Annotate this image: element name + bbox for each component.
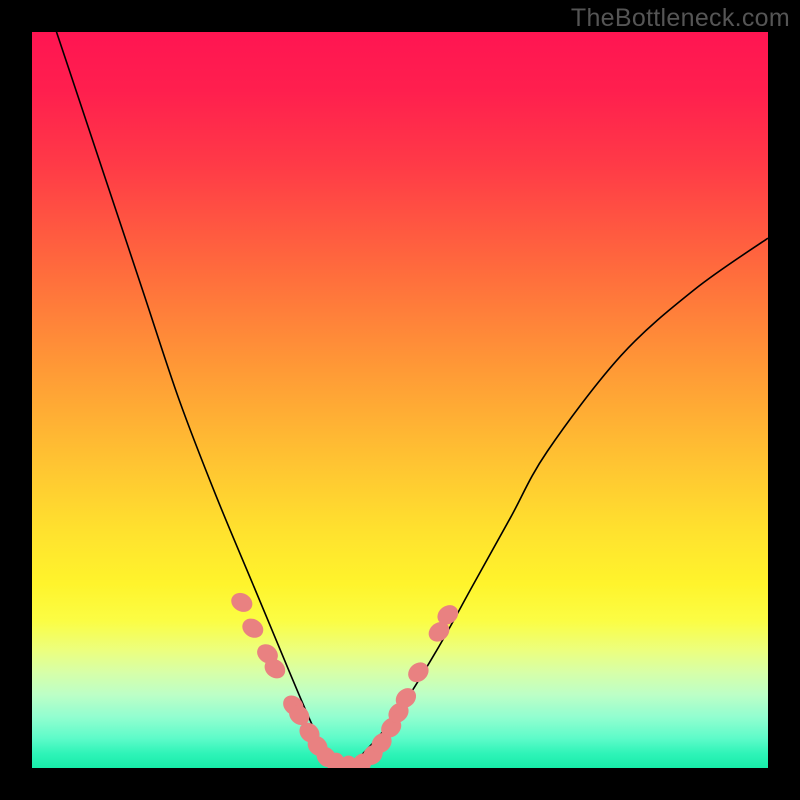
chart-stage: TheBottleneck.com — [0, 0, 800, 800]
curve-marker — [228, 589, 256, 615]
bottleneck-curve-svg — [32, 32, 768, 768]
curve-marker — [239, 615, 267, 642]
plot-area — [32, 32, 768, 768]
marker-group — [228, 589, 462, 768]
watermark-text: TheBottleneck.com — [571, 4, 790, 33]
bottleneck-curve-path — [32, 32, 768, 768]
